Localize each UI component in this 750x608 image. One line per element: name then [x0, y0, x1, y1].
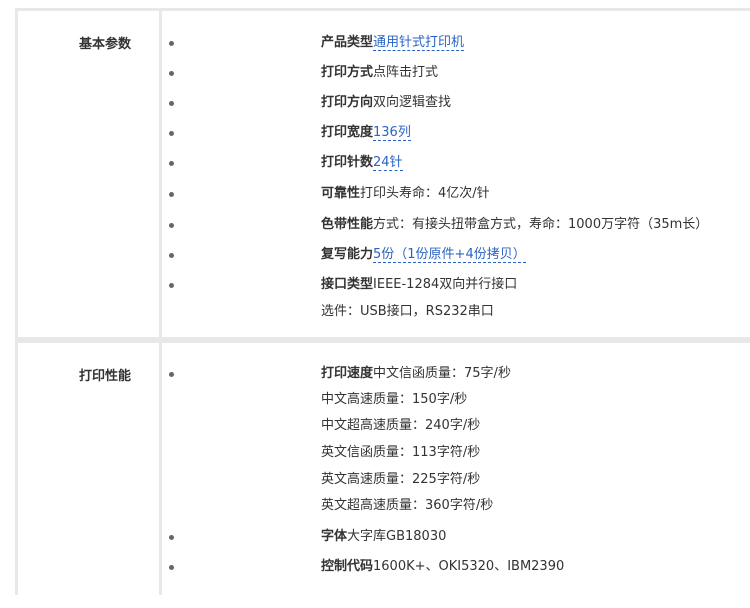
section-content-cell: 产品类型通用针式打印机 打印方式点阵击打式 打印方向双向逻辑查找 打印宽度136…	[162, 11, 750, 337]
spec-value: 方式：有接头扭带盒方式，寿命：1000万字符（35m长）	[373, 217, 709, 232]
spec-key: 复写能力	[321, 247, 374, 262]
section-label-cell: 基本参数	[18, 11, 159, 337]
spec-value: 英文超高速质量：360字符/秒	[321, 498, 494, 513]
spec-value: 中文超高速质量：240字/秒	[321, 418, 481, 433]
bullet-icon	[169, 192, 174, 197]
spec-key: 打印方式	[321, 65, 374, 80]
spec-row-print-width: 打印宽度136列	[162, 122, 750, 144]
spec-row-print-speed: 打印速度中文信函质量：75字/秒	[162, 363, 750, 385]
spec-row-speed-line: 中文超高速质量：240字/秒	[162, 415, 750, 437]
spec-value: 选件：USB接口，RS232串口	[321, 304, 494, 319]
spec-value-link[interactable]: 136列	[373, 125, 411, 141]
spec-section-performance: 打印性能 打印速度中文信函质量：75字/秒 中文高速质量：150字/秒 中文超高…	[15, 340, 750, 595]
spec-row-copies: 复写能力5份（1份原件+4份拷贝）	[162, 244, 750, 266]
bullet-icon	[169, 131, 174, 136]
section-content-cell: 打印速度中文信函质量：75字/秒 中文高速质量：150字/秒 中文超高速质量：2…	[162, 343, 750, 595]
spec-key: 产品类型	[321, 35, 374, 50]
spec-value: 打印头寿命：4亿次/针	[360, 186, 490, 201]
spec-key: 接口类型	[321, 277, 374, 292]
spec-row-speed-line: 英文信函质量：113字符/秒	[162, 442, 750, 464]
spec-row-control-code: 控制代码1600K+、OKI5320、IBM2390	[162, 556, 750, 578]
spec-key: 控制代码	[321, 559, 374, 574]
spec-row-print-method: 打印方式点阵击打式	[162, 62, 750, 84]
bullet-icon	[169, 565, 174, 570]
spec-row-interface-options: 选件：USB接口，RS232串口	[162, 301, 750, 323]
bullet-icon	[169, 535, 174, 540]
spec-value: 1600K+、OKI5320、IBM2390	[373, 559, 565, 574]
spec-value-link[interactable]: 通用针式打印机	[373, 35, 465, 51]
bullet-icon	[169, 41, 174, 46]
spec-row-product-type: 产品类型通用针式打印机	[162, 32, 750, 54]
spec-row-print-direction: 打印方向双向逻辑查找	[162, 92, 750, 114]
spec-row-font: 字体大字库GB18030	[162, 526, 750, 548]
spec-key: 可靠性	[321, 186, 361, 201]
section-label-performance: 打印性能	[78, 369, 131, 384]
section-label-basic: 基本参数	[78, 37, 131, 52]
spec-row-speed-line: 英文超高速质量：360字符/秒	[162, 495, 750, 517]
bullet-icon	[169, 71, 174, 76]
spec-value: 英文高速质量：225字符/秒	[321, 472, 481, 487]
spec-key: 打印宽度	[321, 125, 374, 140]
spec-row-pins: 打印针数24针	[162, 152, 750, 174]
spec-value: IEEE-1284双向并行接口	[373, 277, 518, 292]
spec-value: 中文高速质量：150字/秒	[321, 392, 468, 407]
bullet-icon	[169, 161, 174, 166]
spec-section-basic: 基本参数 产品类型通用针式打印机 打印方式点阵击打式 打印方向双向逻辑查找 打印…	[15, 8, 750, 337]
bullet-icon	[169, 253, 174, 258]
spec-key: 字体	[321, 529, 348, 544]
spec-value: 点阵击打式	[373, 65, 439, 80]
spec-value-link[interactable]: 24针	[373, 155, 403, 171]
spec-key: 打印速度	[321, 366, 374, 381]
bullet-icon	[169, 223, 174, 228]
spec-value: 大字库GB18030	[347, 529, 447, 544]
spec-value: 中文信函质量：75字/秒	[373, 366, 511, 381]
section-label-cell: 打印性能	[18, 343, 159, 595]
bullet-icon	[169, 372, 174, 377]
spec-table: 基本参数 产品类型通用针式打印机 打印方式点阵击打式 打印方向双向逻辑查找 打印…	[15, 8, 750, 595]
spec-value: 英文信函质量：113字符/秒	[321, 445, 481, 460]
spec-value: 双向逻辑查找	[373, 95, 452, 110]
spec-row-ribbon: 色带性能方式：有接头扭带盒方式，寿命：1000万字符（35m长）	[162, 214, 750, 236]
bullet-icon	[169, 283, 174, 288]
spec-value-link[interactable]: 5份（1份原件+4份拷贝）	[373, 247, 526, 263]
spec-row-speed-line: 英文高速质量：225字符/秒	[162, 469, 750, 491]
spec-row-reliability: 可靠性打印头寿命：4亿次/针	[162, 183, 750, 205]
bullet-icon	[169, 101, 174, 106]
spec-row-speed-line: 中文高速质量：150字/秒	[162, 389, 750, 411]
spec-key: 色带性能	[321, 217, 374, 232]
spec-key: 打印针数	[321, 155, 374, 170]
spec-key: 打印方向	[321, 95, 374, 110]
spec-row-interface: 接口类型IEEE-1284双向并行接口	[162, 274, 750, 296]
